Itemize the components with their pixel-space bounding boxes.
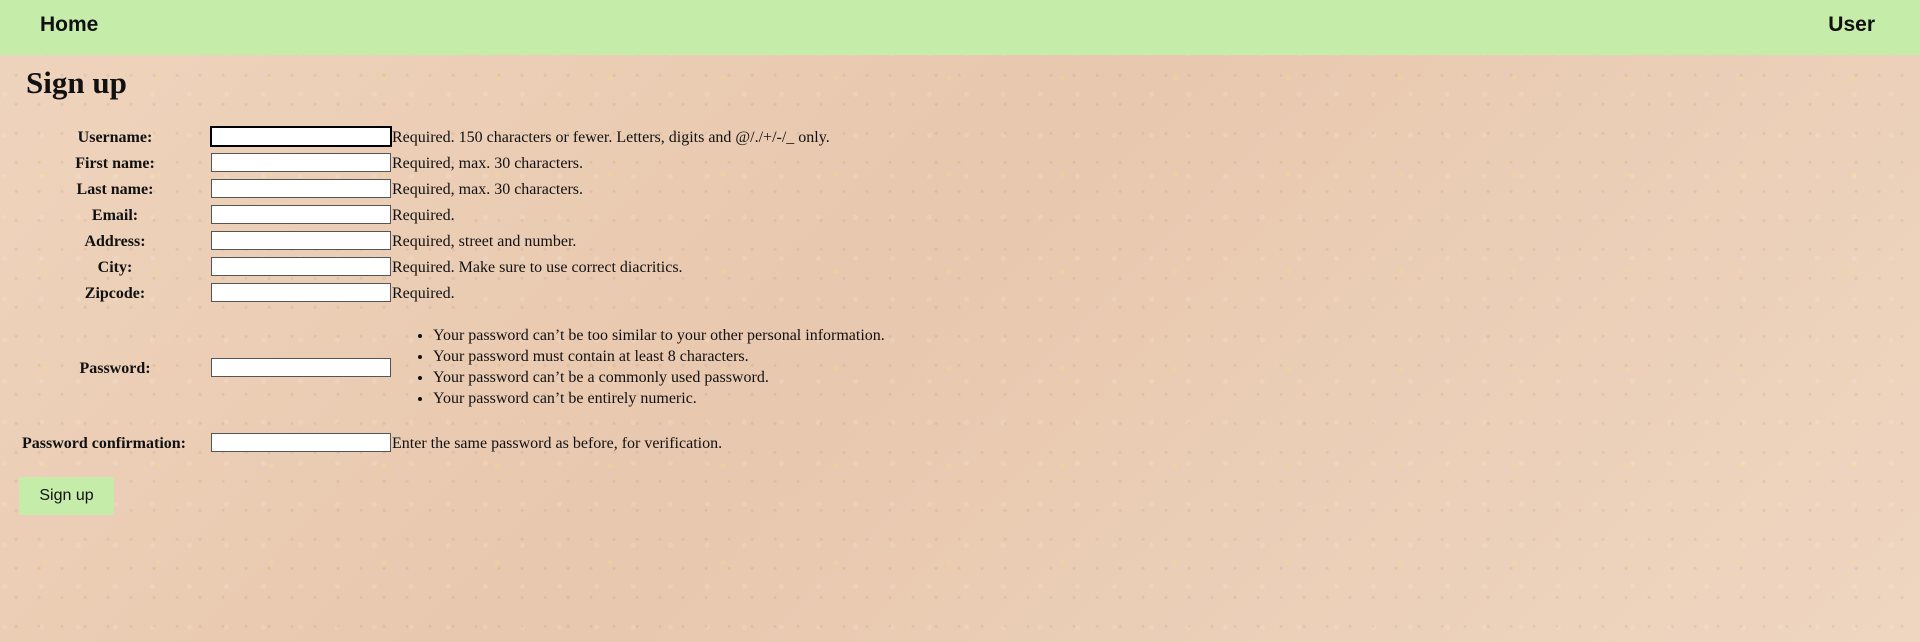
first-name-help: Required, max. 30 characters. [392,155,584,172]
navbar: Home User [0,0,1920,55]
city-help: Required. Make sure to use correct diacr… [392,259,683,276]
password-rules-list: Your password can’t be too similar to yo… [392,325,885,409]
nav-home-link[interactable]: Home [40,13,98,37]
password-rule-item: Your password can’t be a commonly used p… [433,367,885,388]
zipcode-input[interactable] [211,283,391,302]
nav-user-link[interactable]: User [1828,13,1875,37]
page-title: Sign up [26,65,127,100]
username-label: Username: [77,129,153,146]
password-rule-item: Your password must contain at least 8 ch… [433,346,885,367]
address-label: Address: [84,233,146,250]
password-label: Password: [79,360,151,377]
email-input[interactable] [211,205,391,224]
city-label: City: [97,259,133,276]
email-help: Required. [392,207,455,224]
password-confirmation-label: Password confirmation: [22,435,186,452]
password-rule-item: Your password can’t be too similar to yo… [433,325,885,346]
address-help: Required, street and number. [392,233,577,250]
username-help: Required. 150 characters or fewer. Lette… [392,129,830,146]
last-name-help: Required, max. 30 characters. [392,181,584,198]
password-confirmation-input[interactable] [211,433,391,452]
zipcode-help: Required. [392,285,455,302]
last-name-input[interactable] [211,179,391,198]
password-input[interactable] [211,358,391,377]
password-rule-item: Your password can’t be entirely numeric. [433,388,885,409]
signup-button[interactable]: Sign up [19,477,114,515]
password-confirmation-help: Enter the same password as before, for v… [392,435,723,452]
first-name-input[interactable] [211,153,391,172]
email-label: Email: [91,207,139,224]
city-input[interactable] [211,257,391,276]
first-name-label: First name: [75,155,155,172]
zipcode-label: Zipcode: [84,285,146,302]
last-name-label: Last name: [76,181,154,198]
username-input[interactable] [210,126,392,147]
address-input[interactable] [211,231,391,250]
